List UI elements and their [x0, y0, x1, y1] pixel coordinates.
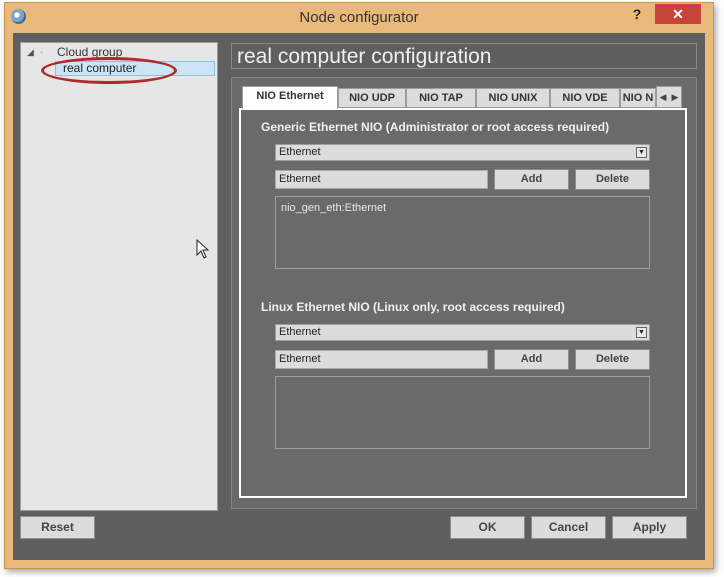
node-tree[interactable]: ◢ ◦ Cloud group real computer: [20, 42, 218, 511]
tab-scroll-left-icon[interactable]: ◀: [657, 87, 669, 107]
linux-delete-button[interactable]: Delete: [575, 349, 650, 370]
apply-button[interactable]: Apply: [612, 516, 687, 539]
tree-node-icon: ◦: [40, 47, 44, 57]
mouse-cursor-icon: [196, 239, 210, 259]
annotation-highlight-oval: [41, 57, 177, 84]
linux-nio-list[interactable]: [275, 376, 650, 449]
tab-nio-tap[interactable]: NIO TAP: [406, 88, 476, 108]
tab-nio-ethernet[interactable]: NIO Ethernet: [242, 86, 338, 109]
title-bar: Node configurator ? ✕: [5, 3, 713, 31]
cancel-button[interactable]: Cancel: [531, 516, 606, 539]
tab-scroll-right-icon[interactable]: ▶: [669, 87, 681, 107]
tree-expand-icon[interactable]: ◢: [27, 47, 34, 58]
generic-delete-button[interactable]: Delete: [575, 169, 650, 190]
linux-add-button[interactable]: Add: [494, 349, 569, 370]
chevron-down-icon[interactable]: ▼: [636, 147, 647, 158]
generic-add-button[interactable]: Add: [494, 169, 569, 190]
generic-section-label: Generic Ethernet NIO (Administrator or r…: [261, 120, 610, 134]
linux-interface-input[interactable]: Ethernet: [275, 350, 488, 369]
dialog-window: Node configurator ? ✕ ◢ ◦ Cloud group re…: [4, 2, 714, 569]
tab-nio-unix[interactable]: NIO UNIX: [476, 88, 550, 108]
ok-button[interactable]: OK: [450, 516, 525, 539]
close-button[interactable]: ✕: [655, 4, 701, 24]
generic-nio-list[interactable]: nio_gen_eth:Ethernet: [275, 196, 650, 269]
close-icon: ✕: [672, 6, 684, 22]
list-item[interactable]: nio_gen_eth:Ethernet: [281, 202, 386, 214]
generic-combo-value: Ethernet: [279, 146, 321, 158]
help-button[interactable]: ?: [629, 6, 645, 22]
tab-scroll-buttons: ◀ ▶: [656, 86, 682, 108]
linux-combo-value: Ethernet: [279, 326, 321, 338]
generic-interface-input[interactable]: Ethernet: [275, 170, 488, 189]
tab-nio-vde[interactable]: NIO VDE: [550, 88, 620, 108]
tab-nio-udp[interactable]: NIO UDP: [338, 88, 406, 108]
chevron-down-icon[interactable]: ▼: [636, 327, 647, 338]
reset-button[interactable]: Reset: [20, 516, 95, 539]
linux-section-label: Linux Ethernet NIO (Linux only, root acc…: [261, 300, 565, 314]
page-title: real computer configuration: [231, 43, 697, 69]
dialog-body: ◢ ◦ Cloud group real computer real compu…: [13, 33, 705, 560]
generic-interface-combo[interactable]: Ethernet ▼: [275, 144, 650, 161]
tab-nio-more[interactable]: NIO N: [620, 88, 656, 108]
tab-content-nio-ethernet: Generic Ethernet NIO (Administrator or r…: [239, 108, 687, 498]
linux-interface-combo[interactable]: Ethernet ▼: [275, 324, 650, 341]
config-panel: NIO Ethernet NIO UDP NIO TAP NIO UNIX NI…: [231, 77, 697, 509]
window-title: Node configurator: [299, 9, 419, 26]
